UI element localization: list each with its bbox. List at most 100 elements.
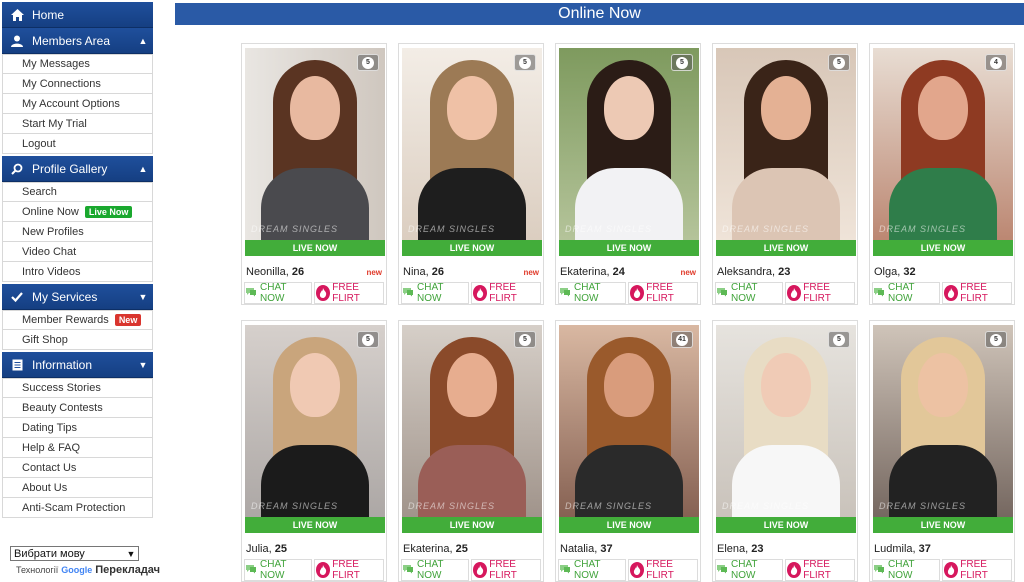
sidebar-item-dating-tips[interactable]: Dating Tips xyxy=(2,418,153,438)
sidebar-item-account-options[interactable]: My Account Options xyxy=(2,94,153,114)
profile-name[interactable]: Olga, 32 xyxy=(874,266,916,278)
free-flirt-button[interactable]: FREE FLIRT xyxy=(314,559,384,581)
profile-photo[interactable]: DREAM SINGLES 5 xyxy=(716,48,856,256)
card-actions: CHAT NOW FREE FLIRT xyxy=(244,559,384,581)
chevron-up-icon: ▲ xyxy=(138,35,148,46)
flame-icon xyxy=(944,562,959,578)
sidebar-item-video-chat[interactable]: Video Chat xyxy=(2,242,153,262)
camera-icon[interactable]: 5 xyxy=(828,54,850,71)
sidebar-item-contact-us[interactable]: Contact Us xyxy=(2,458,153,478)
sidebar-item-new-profiles[interactable]: New Profiles xyxy=(2,222,153,242)
profile-name[interactable]: Elena, 23 xyxy=(717,543,764,555)
profile-card[interactable]: DREAM SINGLES 5 LIVE NOW Ekaterina, 25 C… xyxy=(398,320,544,582)
camera-icon[interactable]: 5 xyxy=(357,331,379,348)
profile-name[interactable]: Ekaterina, 24 xyxy=(560,266,625,278)
camera-icon[interactable]: 5 xyxy=(514,331,536,348)
watermark: DREAM SINGLES xyxy=(565,224,653,234)
chat-now-button[interactable]: CHAT NOW xyxy=(872,282,940,304)
profile-card[interactable]: DREAM SINGLES 5 LIVE NOW Neonilla, 26 ne… xyxy=(241,43,387,305)
profile-photo[interactable]: DREAM SINGLES 5 xyxy=(245,48,385,256)
profile-card[interactable]: DREAM SINGLES 41 LIVE NOW Natalia, 37 CH… xyxy=(555,320,701,582)
profile-photo[interactable]: DREAM SINGLES 5 xyxy=(402,48,542,256)
camera-icon[interactable]: 4 xyxy=(985,54,1007,71)
chevron-down-icon: ▼ xyxy=(138,291,148,302)
section-my-services[interactable]: My Services ▼ xyxy=(2,284,153,310)
camera-icon[interactable]: 5 xyxy=(828,331,850,348)
profile-card[interactable]: DREAM SINGLES 5 LIVE NOW Julia, 25 CHAT … xyxy=(241,320,387,582)
sidebar-item-member-rewards[interactable]: Member Rewards New xyxy=(2,310,153,330)
section-information[interactable]: Information ▼ xyxy=(2,352,153,378)
live-now-bar: LIVE NOW xyxy=(716,517,856,533)
profile-photo[interactable]: DREAM SINGLES 5 xyxy=(402,325,542,533)
sidebar-home[interactable]: Home xyxy=(2,2,153,28)
profile-card[interactable]: DREAM SINGLES 4 LIVE NOW Olga, 32 CHAT N… xyxy=(869,43,1015,305)
chat-now-button[interactable]: CHAT NOW xyxy=(558,282,626,304)
sidebar-item-my-messages[interactable]: My Messages xyxy=(2,54,153,74)
sidebar-item-about-us[interactable]: About Us xyxy=(2,478,153,498)
profile-name[interactable]: Neonilla, 26 xyxy=(246,266,304,278)
profile-photo[interactable]: DREAM SINGLES 5 xyxy=(873,325,1013,533)
free-flirt-button[interactable]: FREE FLIRT xyxy=(628,282,698,304)
profile-name[interactable]: Julia, 25 xyxy=(246,543,287,555)
profile-age: 23 xyxy=(751,543,764,555)
profile-photo[interactable]: DREAM SINGLES 5 xyxy=(716,325,856,533)
chat-now-button[interactable]: CHAT NOW xyxy=(715,282,783,304)
sidebar-item-logout[interactable]: Logout xyxy=(2,134,153,154)
profile-photo[interactable]: DREAM SINGLES 4 xyxy=(873,48,1013,256)
free-flirt-button[interactable]: FREE FLIRT xyxy=(942,559,1012,581)
free-flirt-button[interactable]: FREE FLIRT xyxy=(471,282,541,304)
photo-count: 41 xyxy=(676,333,688,346)
chat-now-button[interactable]: CHAT NOW xyxy=(558,559,626,581)
sidebar-item-intro-videos[interactable]: Intro Videos xyxy=(2,262,153,282)
sidebar-item-success-stories[interactable]: Success Stories xyxy=(2,378,153,398)
chevron-up-icon: ▲ xyxy=(138,163,148,174)
language-select[interactable]: Вибрати мову ▼ xyxy=(10,546,139,561)
profile-name[interactable]: Ludmila, 37 xyxy=(874,543,931,555)
free-flirt-label: FREE FLIRT xyxy=(489,559,517,581)
profile-name[interactable]: Nina, 26 xyxy=(403,266,444,278)
profile-card[interactable]: DREAM SINGLES 5 LIVE NOW Ekaterina, 24 n… xyxy=(555,43,701,305)
profile-card[interactable]: DREAM SINGLES 5 LIVE NOW Elena, 23 CHAT … xyxy=(712,320,858,582)
sidebar-item-my-connections[interactable]: My Connections xyxy=(2,74,153,94)
sidebar-item-help-faq[interactable]: Help & FAQ xyxy=(2,438,153,458)
section-profile-gallery[interactable]: Profile Gallery ▲ xyxy=(2,156,153,182)
profile-name[interactable]: Aleksandra, 23 xyxy=(717,266,790,278)
chat-now-button[interactable]: CHAT NOW xyxy=(244,559,312,581)
card-actions: CHAT NOW FREE FLIRT xyxy=(244,282,384,304)
camera-icon[interactable]: 5 xyxy=(671,54,693,71)
chat-now-button[interactable]: CHAT NOW xyxy=(244,282,312,304)
section-members-area[interactable]: Members Area ▲ xyxy=(2,28,153,54)
profile-card[interactable]: DREAM SINGLES 5 LIVE NOW Nina, 26 new CH… xyxy=(398,43,544,305)
sidebar-item-anti-scam[interactable]: Anti-Scam Protection xyxy=(2,498,153,518)
profile-photo[interactable]: DREAM SINGLES 5 xyxy=(559,48,699,256)
sidebar-item-gift-shop[interactable]: Gift Shop xyxy=(2,330,153,350)
profile-name[interactable]: Natalia, 37 xyxy=(560,543,613,555)
chat-now-button[interactable]: CHAT NOW xyxy=(401,559,469,581)
photo-count: 5 xyxy=(676,56,688,69)
translator-link[interactable]: Перекладач xyxy=(95,564,160,576)
camera-icon[interactable]: 5 xyxy=(514,54,536,71)
sidebar-item-search[interactable]: Search xyxy=(2,182,153,202)
profile-photo[interactable]: DREAM SINGLES 41 xyxy=(559,325,699,533)
free-flirt-button[interactable]: FREE FLIRT xyxy=(942,282,1012,304)
free-flirt-button[interactable]: FREE FLIRT xyxy=(785,282,855,304)
profile-photo[interactable]: DREAM SINGLES 5 xyxy=(245,325,385,533)
profile-name[interactable]: Ekaterina, 25 xyxy=(403,543,468,555)
chat-bubble-icon xyxy=(402,564,414,577)
sidebar-item-start-trial[interactable]: Start My Trial xyxy=(2,114,153,134)
free-flirt-button[interactable]: FREE FLIRT xyxy=(471,559,541,581)
profile-card[interactable]: DREAM SINGLES 5 LIVE NOW Aleksandra, 23 … xyxy=(712,43,858,305)
sidebar-item-beauty-contests[interactable]: Beauty Contests xyxy=(2,398,153,418)
chat-now-button[interactable]: CHAT NOW xyxy=(872,559,940,581)
camera-icon[interactable]: 5 xyxy=(985,331,1007,348)
free-flirt-button[interactable]: FREE FLIRT xyxy=(785,559,855,581)
profile-card[interactable]: DREAM SINGLES 5 LIVE NOW Ludmila, 37 CHA… xyxy=(869,320,1015,582)
free-flirt-button[interactable]: FREE FLIRT xyxy=(628,559,698,581)
chat-bubble-icon xyxy=(245,287,257,300)
camera-icon[interactable]: 5 xyxy=(357,54,379,71)
chat-now-button[interactable]: CHAT NOW xyxy=(401,282,469,304)
camera-icon[interactable]: 41 xyxy=(671,331,693,348)
chat-now-button[interactable]: CHAT NOW xyxy=(715,559,783,581)
sidebar-item-online-now[interactable]: Online Now Live Now xyxy=(2,202,153,222)
free-flirt-button[interactable]: FREE FLIRT xyxy=(314,282,384,304)
